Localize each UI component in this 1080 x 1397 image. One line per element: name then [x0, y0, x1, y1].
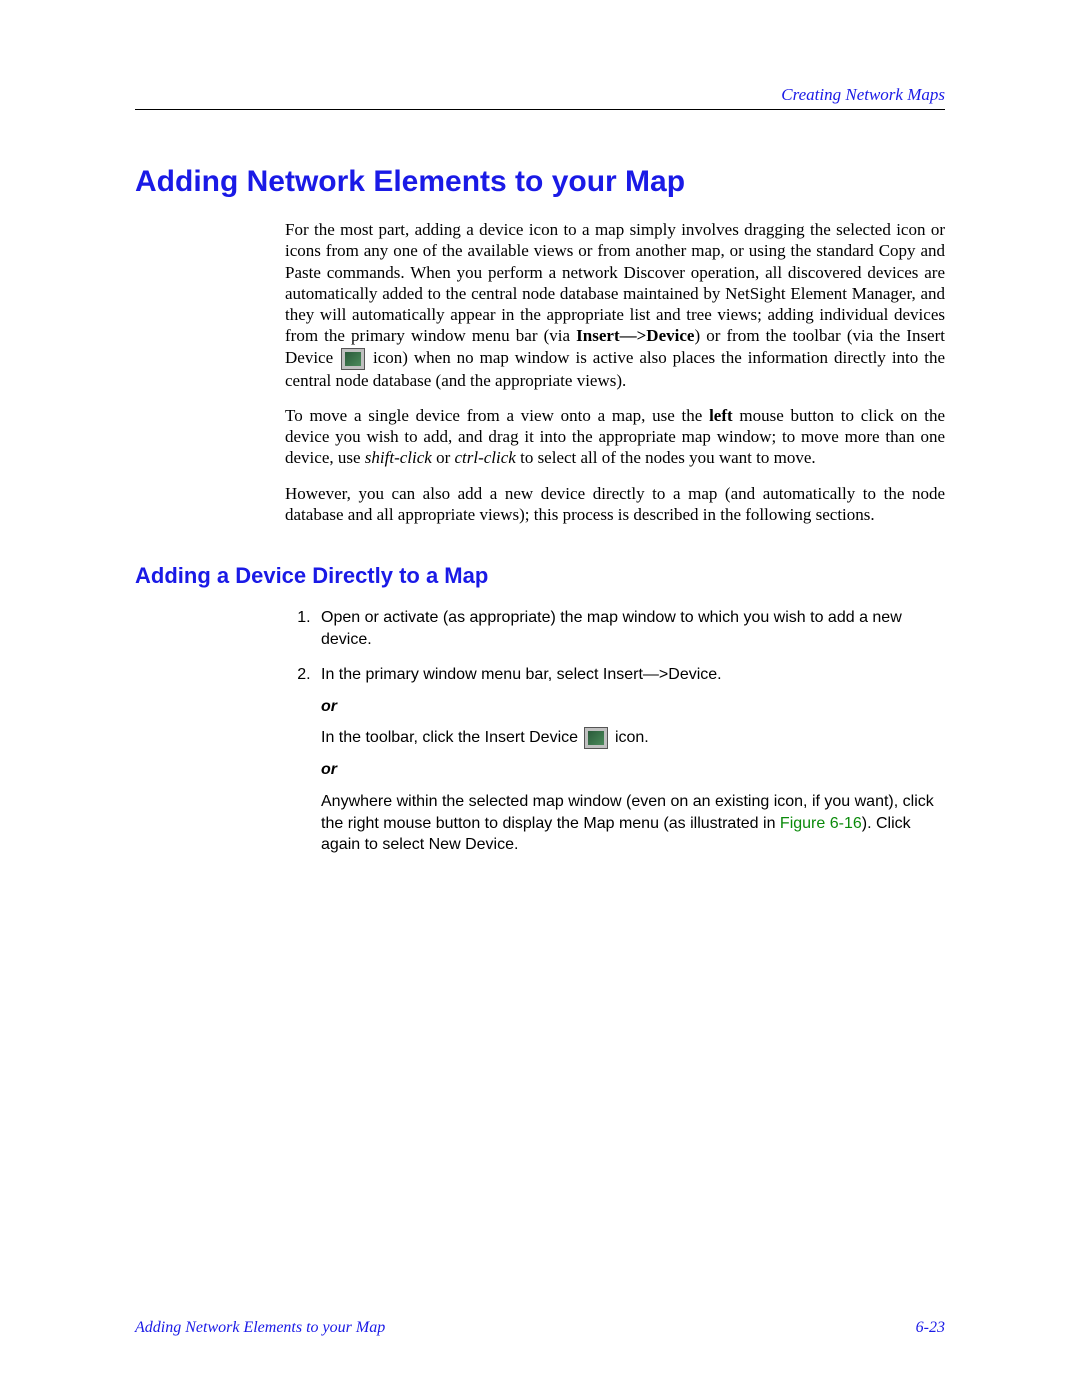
running-header: Creating Network Maps: [135, 85, 945, 110]
running-title: Creating Network Maps: [781, 85, 945, 104]
step-2: In the primary window menu bar, select I…: [315, 664, 945, 856]
step-2-alt-1: In the toolbar, click the Insert Device …: [321, 727, 945, 749]
body-content: For the most part, adding a device icon …: [285, 219, 945, 525]
page-footer: Adding Network Elements to your Map 6-23: [135, 1319, 945, 1337]
paragraph-2: To move a single device from a view onto…: [285, 405, 945, 469]
or-separator: or: [321, 759, 945, 781]
page: Creating Network Maps Adding Network Ele…: [0, 0, 1080, 1397]
step-2-alt-2: Anywhere within the selected map window …: [321, 791, 945, 856]
page-title: Adding Network Elements to your Map: [135, 165, 945, 199]
sub-heading: Adding a Device Directly to a Map: [135, 563, 945, 589]
or-separator: or: [321, 696, 945, 718]
step-1: Open or activate (as appropriate) the ma…: [315, 607, 945, 650]
steps-list: Open or activate (as appropriate) the ma…: [285, 607, 945, 856]
insert-device-icon: [341, 348, 365, 370]
figure-reference[interactable]: Figure 6-16: [780, 815, 862, 832]
paragraph-1: For the most part, adding a device icon …: [285, 219, 945, 391]
footer-left: Adding Network Elements to your Map: [135, 1319, 385, 1337]
insert-device-icon: [584, 727, 608, 749]
paragraph-3: However, you can also add a new device d…: [285, 483, 945, 526]
footer-page-number: 6-23: [916, 1319, 945, 1337]
